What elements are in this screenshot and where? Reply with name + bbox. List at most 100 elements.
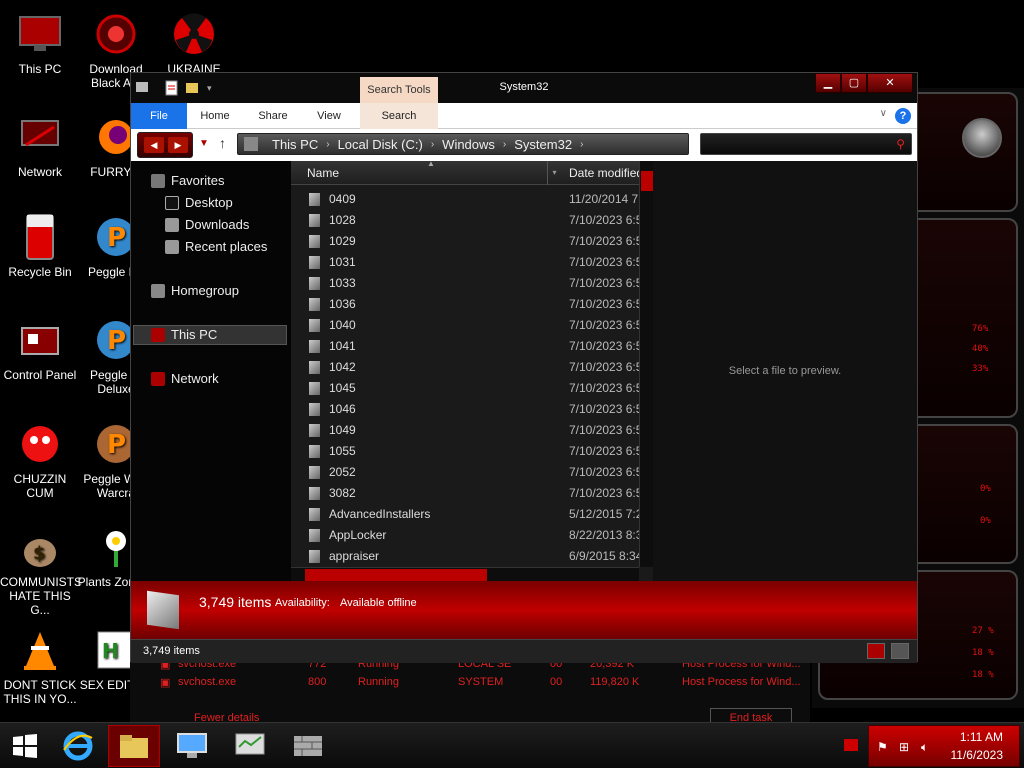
taskbar-remote-desktop[interactable] <box>166 725 218 767</box>
file-row[interactable]: AdvancedInstallers 5/12/2015 7:2 <box>291 504 639 525</box>
help-button[interactable]: ? <box>895 108 911 124</box>
nav-downloads[interactable]: Downloads <box>165 215 249 235</box>
file-row[interactable]: 1041 7/10/2023 6:5 <box>291 336 639 357</box>
folder-icon <box>309 382 320 395</box>
taskbar-file-explorer[interactable] <box>108 725 160 767</box>
nav-homegroup[interactable]: Homegroup <box>151 281 239 301</box>
availability-value: Available offline <box>340 597 417 609</box>
file-row[interactable]: 1031 7/10/2023 6:5 <box>291 252 639 273</box>
file-row[interactable]: 1029 7/10/2023 6:5 <box>291 231 639 252</box>
process-row[interactable]: ▣ svchost.exe 800 Running SYSTEM 00 119,… <box>160 676 802 692</box>
file-name: 3082 <box>329 486 356 500</box>
desktop-icon-ukraine[interactable]: UKRAINE <box>154 10 234 76</box>
nav-label: Desktop <box>185 195 233 210</box>
tray-overflow-icon[interactable] <box>844 739 858 751</box>
column-header-name[interactable]: Name <box>307 166 339 180</box>
forward-button[interactable]: ▶ <box>168 137 188 153</box>
desktop-icon-this-pc[interactable]: This PC <box>0 10 80 76</box>
file-row[interactable]: 1036 7/10/2023 6:5 <box>291 294 639 315</box>
file-row[interactable]: 1040 7/10/2023 6:5 <box>291 315 639 336</box>
gadget-value: 0% <box>980 484 991 494</box>
tab-home[interactable]: Home <box>193 103 237 129</box>
file-row[interactable]: 1028 7/10/2023 6:5 <box>291 210 639 231</box>
maximize-button[interactable]: ▢ <box>841 73 867 93</box>
nav-favorites[interactable]: Favorites <box>151 171 224 191</box>
file-row[interactable]: 1042 7/10/2023 6:5 <box>291 357 639 378</box>
navigation-pane: Favorites Desktop Downloads Recent place… <box>131 161 291 581</box>
clock-date[interactable]: 11/6/2023 <box>951 748 1004 762</box>
tab-search[interactable]: Search <box>360 103 438 129</box>
horizontal-scrollbar[interactable] <box>291 567 639 581</box>
breadcrumb-item[interactable]: Windows <box>442 137 495 152</box>
process-memory: 119,820 K <box>590 676 640 688</box>
desktop-icon-control-panel[interactable]: Control Panel <box>0 316 80 382</box>
nav-recent-places[interactable]: Recent places <box>165 237 267 257</box>
desktop-icon-chuzzin[interactable]: CHUZZIN CUM <box>0 420 80 500</box>
file-row[interactable]: AppLocker 8/22/2013 8:3 <box>291 525 639 546</box>
clock-time[interactable]: 1:11 AM <box>960 730 1003 744</box>
folder-icon <box>309 550 320 563</box>
file-row[interactable]: appraiser 6/9/2015 8:34 <box>291 546 639 567</box>
file-date: 7/10/2023 6:5 <box>569 486 639 500</box>
tab-view[interactable]: View <box>307 103 351 129</box>
minimize-button[interactable]: ▁ <box>815 73 841 93</box>
tab-share[interactable]: Share <box>249 103 297 129</box>
computer-icon <box>177 733 207 758</box>
desktop-icon-dont-stick[interactable]: DONT STICK THIS IN YO... <box>0 626 80 706</box>
file-row[interactable]: 1055 7/10/2023 6:5 <box>291 441 639 462</box>
file-row[interactable]: 2052 7/10/2023 6:5 <box>291 462 639 483</box>
nav-this-pc[interactable]: This PC <box>151 325 217 345</box>
details-pane: 3,749 items Availability: Available offl… <box>131 581 917 639</box>
file-row[interactable]: 1033 7/10/2023 6:5 <box>291 273 639 294</box>
address-bar[interactable]: This PC › Local Disk (C:) › Windows › Sy… <box>237 133 689 155</box>
nav-network[interactable]: Network <box>151 369 219 389</box>
svg-text:P: P <box>107 223 126 253</box>
breadcrumb-item[interactable]: Local Disk (C:) <box>338 137 423 152</box>
scrollbar-thumb[interactable] <box>305 569 487 581</box>
back-button[interactable]: ◀ <box>144 137 164 153</box>
file-row[interactable]: 1049 7/10/2023 6:5 <box>291 420 639 441</box>
column-header-date[interactable]: Date modified <box>569 166 639 180</box>
file-row[interactable]: 1045 7/10/2023 6:5 <box>291 378 639 399</box>
column-dropdown-icon[interactable]: ▾ <box>547 161 561 185</box>
details-view-icon[interactable] <box>867 643 885 659</box>
breadcrumb-separator-icon[interactable]: › <box>580 139 583 150</box>
nav-desktop[interactable]: Desktop <box>165 193 233 213</box>
title-bar[interactable]: ▾ Search Tools System32 ▁ ▢ ✕ <box>131 73 917 103</box>
file-date: 7/10/2023 6:5 <box>569 318 639 332</box>
nav-label: Homegroup <box>171 283 239 298</box>
expand-ribbon-chevron-icon[interactable]: ∨ <box>880 108 887 119</box>
vertical-scrollbar[interactable] <box>639 161 653 567</box>
recycle-bin-icon <box>16 213 64 261</box>
folder-icon <box>309 529 320 542</box>
desktop-icon-communists[interactable]: $ COMMUNISTS HATE THIS G... <box>0 523 82 617</box>
desktop-icon-recycle-bin[interactable]: Recycle Bin <box>0 213 80 279</box>
breadcrumb-separator-icon[interactable]: › <box>503 139 506 150</box>
network-status-icon[interactable]: ⊞ <box>899 740 909 754</box>
taskbar-firewall[interactable] <box>282 725 334 767</box>
taskbar-internet-explorer[interactable] <box>52 725 104 767</box>
search-icon[interactable]: ⚲ <box>896 137 905 151</box>
action-center-flag-icon[interactable]: ⚑ <box>877 740 888 754</box>
breadcrumb-separator-icon[interactable]: › <box>431 139 434 150</box>
up-arrow-icon[interactable]: ↑ <box>219 135 226 151</box>
taskbar-task-manager[interactable] <box>224 725 276 767</box>
breadcrumb-item[interactable]: System32 <box>514 137 572 152</box>
breadcrumb-item[interactable]: This PC <box>272 137 318 152</box>
recent-locations-dropdown[interactable]: ▼ <box>199 138 209 149</box>
volume-icon[interactable]: 🔈︎ <box>921 740 928 755</box>
desktop-icon-network[interactable]: Network <box>0 113 80 179</box>
breadcrumb-separator-icon[interactable]: › <box>326 139 329 150</box>
file-row[interactable]: 0409 11/20/2014 7:5 <box>291 189 639 210</box>
desktop-icon-label: Control Panel <box>3 368 77 382</box>
status-item-count: 3,749 items <box>143 645 200 657</box>
file-row[interactable]: 3082 7/10/2023 6:5 <box>291 483 639 504</box>
file-row[interactable]: 1046 7/10/2023 6:5 <box>291 399 639 420</box>
large-icons-view-icon[interactable] <box>891 643 909 659</box>
search-input[interactable]: ⚲ <box>700 133 912 155</box>
file-date: 7/10/2023 6:5 <box>569 276 639 290</box>
start-button[interactable] <box>0 725 50 767</box>
close-button[interactable]: ✕ <box>867 73 913 93</box>
tab-file[interactable]: File <box>131 103 187 129</box>
scrollbar-thumb[interactable] <box>641 171 653 191</box>
